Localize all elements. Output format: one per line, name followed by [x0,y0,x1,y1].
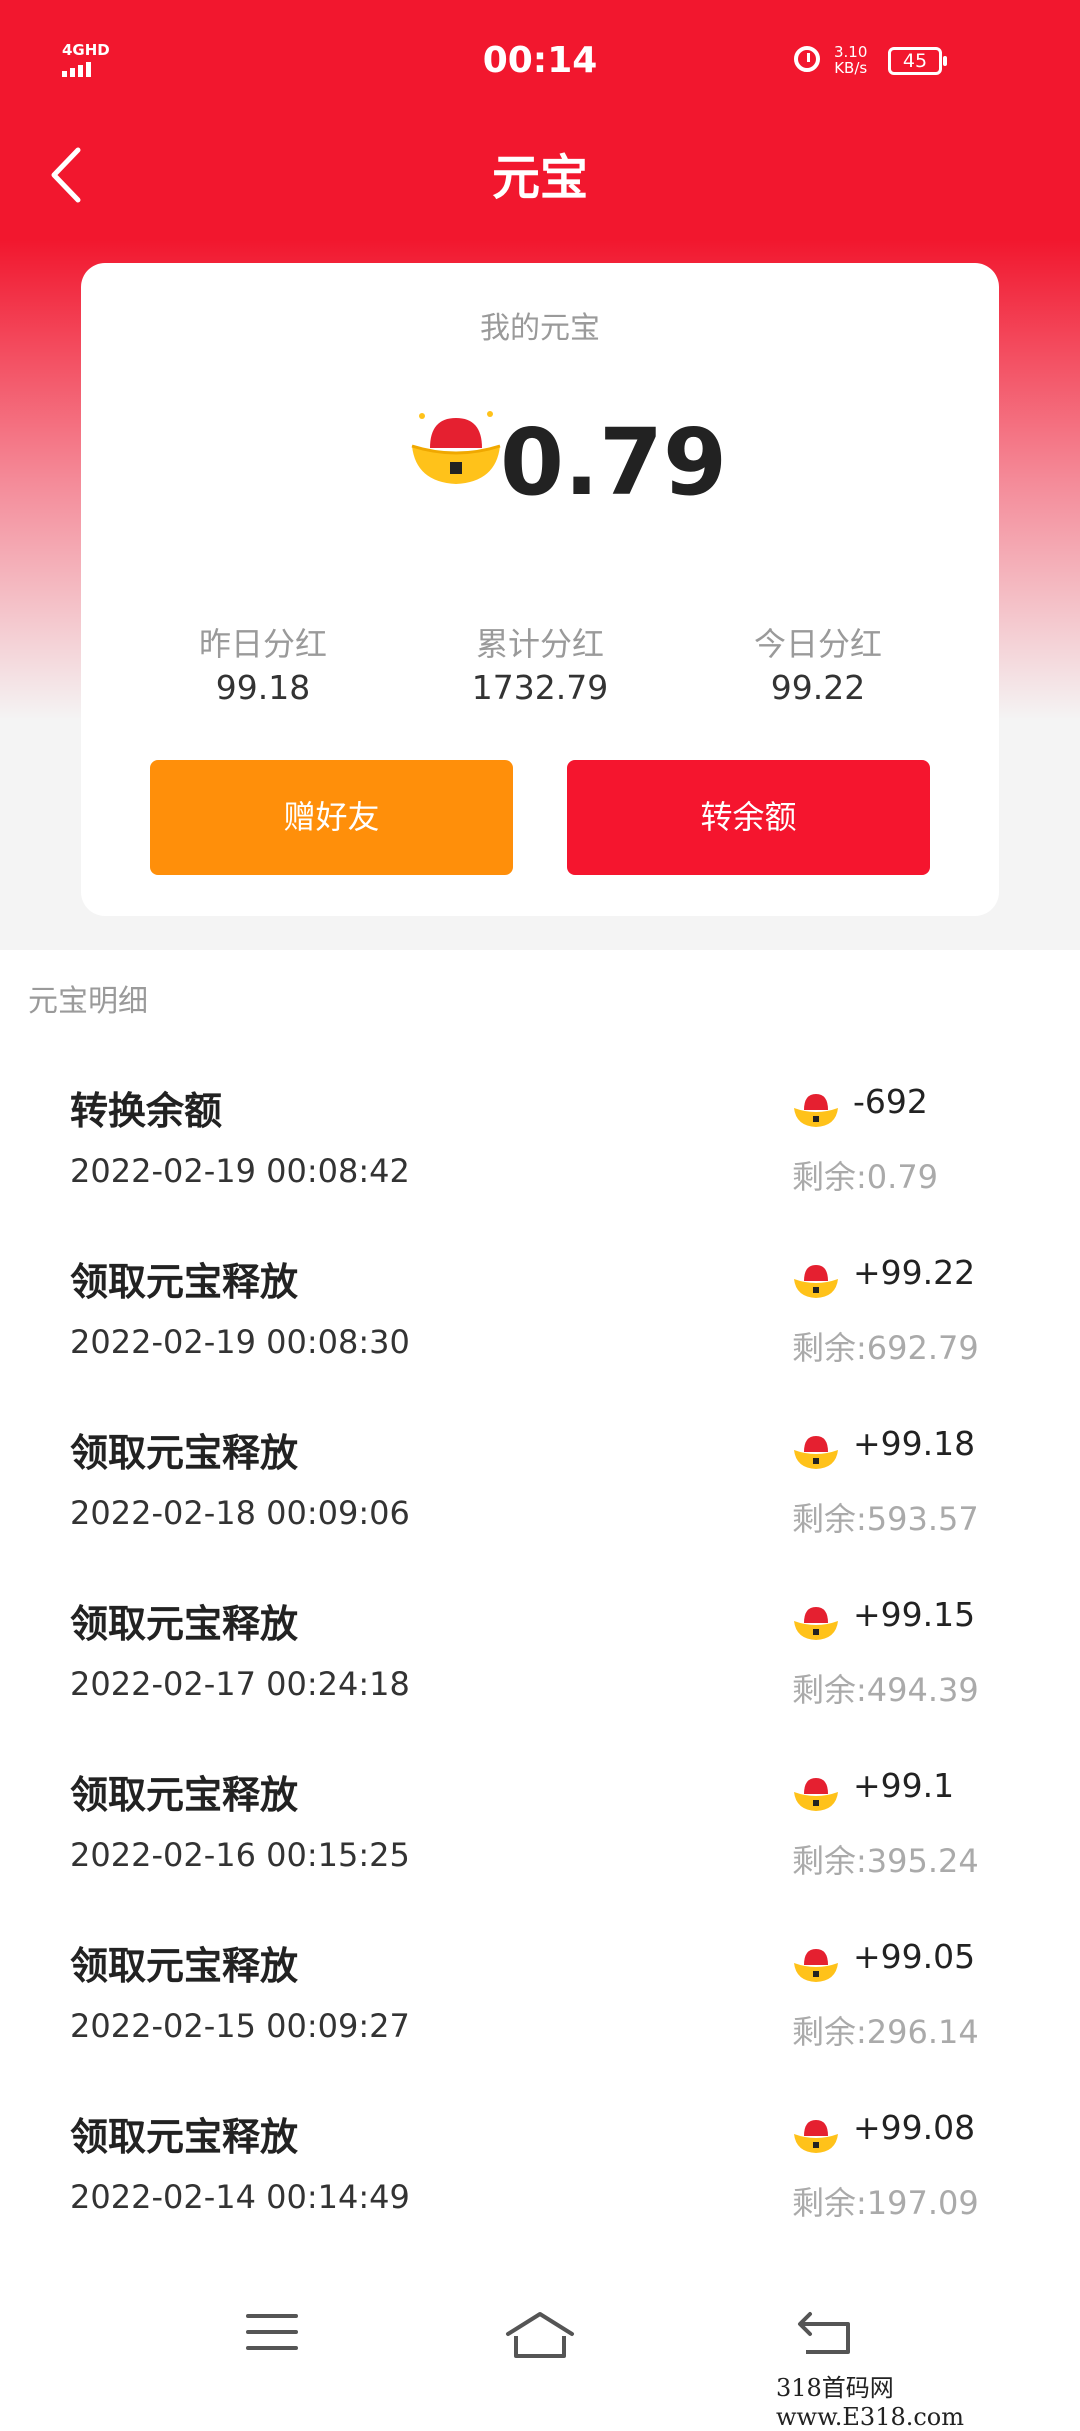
speed-value: 3.10 [834,43,868,61]
status-bar: 4GHD 00:14 3.10 KB/s 45 [0,0,1080,120]
gold-ingot-icon [792,1601,840,1641]
transfer-balance-button[interactable]: 转余额 [567,760,930,875]
record-name: 转换余额 [70,1089,223,1133]
stat-label: 昨日分红 [198,625,327,663]
record-row: 领取元宝释放 2022-02-17 00:24:18 +99.15 剩余:494.39 [0,1583,1080,1754]
record-time: 2022-02-18 00:09:06 [70,1494,410,1532]
record-name: 领取元宝释放 [70,1431,299,1475]
record-time: 2022-02-19 00:08:42 [70,1152,410,1190]
record-delta: +99.15 [853,1595,976,1634]
record-delta: -692 [853,1082,928,1121]
detail-section-label: 元宝明细 [28,984,148,1019]
record-delta: +99.1 [853,1766,955,1805]
record-time: 2022-02-19 00:08:30 [70,1323,410,1361]
record-remain: 剩余:197.09 [792,2184,979,2222]
stat-label: 今日分红 [753,625,882,663]
ingot-amount: 0.79 [500,409,727,516]
record-row: 领取元宝释放 2022-02-18 00:09:06 +99.18 剩余:593.57 [0,1412,1080,1583]
record-row: 领取元宝释放 2022-02-16 00:15:25 +99.1 剩余:395.24 [0,1754,1080,1925]
record-row: 转换余额 2022-02-19 00:08:42 -692 剩余:0.79 [0,1070,1080,1241]
record-row: 领取元宝释放 2022-02-14 00:14:49 +99.08 剩余:197.09 [0,2096,1080,2267]
menu-icon[interactable] [244,2310,300,2358]
stat-total: 累计分红 1732.79 [410,622,670,710]
record-remain: 剩余:296.14 [792,2013,979,2051]
record-remain: 剩余:0.79 [792,1158,939,1196]
record-remain: 剩余:692.79 [792,1329,979,1367]
record-delta: +99.22 [853,1253,976,1292]
record-remain: 剩余:593.57 [792,1500,979,1538]
stat-value: 99.22 [770,668,866,707]
stat-today: 今日分红 99.22 [688,622,948,710]
stat-label: 累计分红 [475,625,604,663]
record-time: 2022-02-14 00:14:49 [70,2178,410,2216]
record-name: 领取元宝释放 [70,1773,299,1817]
record-name: 领取元宝释放 [70,2115,299,2159]
record-row: 领取元宝释放 2022-02-15 00:09:27 +99.05 剩余:296.14 [0,1925,1080,2096]
gold-ingot-icon [792,1943,840,1983]
network-speed: 3.10 KB/s [834,44,867,76]
page-title: 元宝 [491,150,588,206]
record-name: 领取元宝释放 [70,1602,299,1646]
gold-ingot-icon [792,2114,840,2154]
stat-value: 1732.79 [471,668,609,707]
record-delta: +99.08 [853,2108,976,2147]
home-icon[interactable] [504,2310,576,2364]
record-delta: +99.18 [853,1424,976,1463]
record-row: 领取元宝释放 2022-02-19 00:08:30 +99.22 剩余:692.79 [0,1241,1080,1412]
record-time: 2022-02-15 00:09:27 [70,2007,410,2045]
record-time: 2022-02-16 00:15:25 [70,1836,410,1874]
record-delta: +99.05 [853,1937,976,1976]
gold-ingot-icon [792,1430,840,1470]
speed-unit: KB/s [834,59,868,77]
gold-ingot-icon [408,404,504,488]
record-remain: 剩余:395.24 [792,1842,979,1880]
my-ingot-label: 我的元宝 [480,311,600,346]
record-time: 2022-02-17 00:24:18 [70,1665,410,1703]
gold-ingot-icon [792,1088,840,1128]
gold-ingot-icon [792,1259,840,1299]
battery-icon: 45 [888,47,947,75]
record-name: 领取元宝释放 [70,1260,299,1304]
alarm-icon [794,46,820,72]
gift-friend-button[interactable]: 赠好友 [150,760,513,875]
back-icon[interactable] [796,2310,856,2360]
gold-ingot-icon [792,1772,840,1812]
record-name: 领取元宝释放 [70,1944,299,1988]
stat-value: 99.18 [215,668,311,707]
record-remain: 剩余:494.39 [792,1671,979,1709]
stat-yesterday: 昨日分红 99.18 [133,622,393,710]
